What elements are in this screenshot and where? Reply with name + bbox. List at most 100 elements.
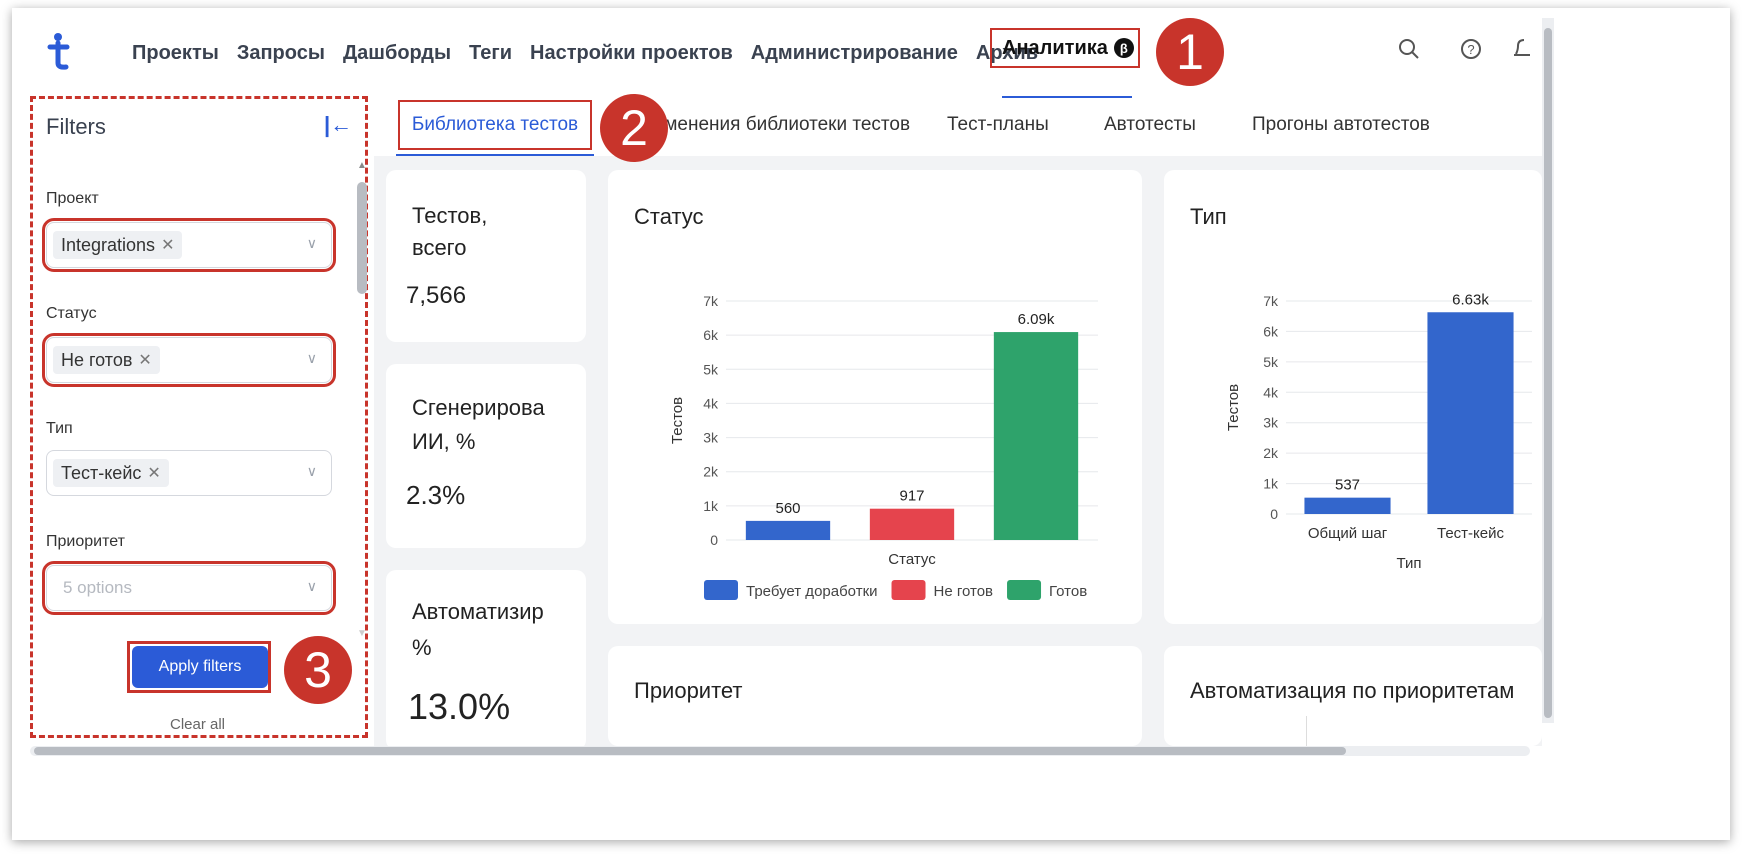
nav-tags[interactable]: Теги <box>469 42 512 65</box>
bell-icon[interactable] <box>1512 36 1530 62</box>
type-chip-label: Тест-кейс <box>61 462 142 483</box>
tab-library-changes-label: Изменения библиотеки тестов <box>642 114 911 135</box>
tab-test-plans[interactable]: Тест-планы <box>947 114 1049 136</box>
callout-marker-1: 1 <box>1156 18 1224 86</box>
y-tick-label: 3k <box>703 430 719 446</box>
app-window: Проекты Запросы Дашборды Теги Настройки … <box>12 8 1730 840</box>
nav-projects[interactable]: Проекты <box>132 42 219 65</box>
bar-value-label: 537 <box>1335 477 1360 494</box>
y-tick-label: 7k <box>1263 293 1279 309</box>
y-tick-label: 0 <box>1270 506 1278 522</box>
project-chip: Integrations ✕ <box>53 231 183 259</box>
type-chart-card: Тип 0 1k 2k 3k 4k 5k 6k 7k 537 Общий шаг 6.63k Тест… <box>1164 170 1542 624</box>
svg-text:?: ? <box>1467 42 1474 57</box>
filters-scrollbar-thumb[interactable] <box>357 182 367 294</box>
bar <box>869 508 955 540</box>
x-axis-label: Статус <box>888 551 936 568</box>
status-label: Статус <box>46 305 97 322</box>
y-tick-label: 5k <box>703 361 719 377</box>
tab-active-underline <box>396 154 594 156</box>
legend-swatch <box>1007 580 1042 600</box>
nav-project-settings[interactable]: Настройки проектов <box>530 42 733 65</box>
kpi-title-line2: % <box>412 635 432 660</box>
y-tick-label: 5k <box>1263 354 1279 370</box>
legend-label: Готов <box>1049 583 1087 600</box>
y-axis-label: Тестов <box>669 397 686 444</box>
chevron-down-icon[interactable]: ∨ <box>307 350 317 367</box>
legend-swatch <box>704 580 738 600</box>
y-tick-label: 3k <box>1263 415 1279 431</box>
kpi-value: 2.3% <box>406 480 466 510</box>
kpi-card-total: Тестов, всего 7,566 <box>386 170 586 342</box>
kpi-title-line1: Автоматизир <box>412 599 544 624</box>
bar-value-label: 6.63k <box>1452 291 1489 308</box>
status-chart-card: Статус 0 1k 2k 3k 4k 5k 6k 7k 560 917 6.09k Статус Т… <box>608 170 1142 624</box>
tab-autotests[interactable]: Автотесты <box>1104 114 1196 136</box>
legend-label: Требует доработки <box>746 583 878 600</box>
nav-dashboards[interactable]: Дашборды <box>343 42 451 65</box>
chevron-down-icon[interactable]: ∨ <box>307 463 317 480</box>
status-chip: Не готов ✕ <box>53 346 160 374</box>
type-select[interactable]: Тест-кейс ✕ ∨ <box>46 450 332 496</box>
automation-chart-card: Автоматизация по приоритетам <box>1164 646 1542 746</box>
kpi-value: 7,566 <box>406 282 467 309</box>
kpi-card-automation: Автоматизир % 13.0% <box>386 570 586 750</box>
y-tick-label: 2k <box>703 464 719 480</box>
content-vertical-scroll-thumb[interactable] <box>1544 28 1552 718</box>
project-select[interactable]: Integrations ✕ ∨ <box>42 218 336 272</box>
nav-analytics-label: Аналитика <box>1002 36 1108 59</box>
clear-all-link[interactable]: Clear all <box>170 716 225 733</box>
priority-select[interactable]: 5 options ∨ <box>42 561 336 615</box>
y-tick-label: 4k <box>703 395 719 411</box>
apply-filters-button[interactable]: Apply filters <box>132 646 268 688</box>
type-chip: Тест-кейс ✕ <box>53 459 169 487</box>
y-tick-label: 0 <box>710 532 718 548</box>
beta-badge: β <box>1113 38 1134 58</box>
tab-autotest-runs[interactable]: Прогоны автотестов <box>1252 114 1430 136</box>
tab-test-library[interactable]: Библиотека тестов <box>398 100 592 150</box>
remove-chip-icon[interactable]: ✕ <box>161 235 174 255</box>
y-tick-label: 7k <box>703 293 719 309</box>
scroll-up-arrow-icon[interactable]: ▲ <box>357 160 367 171</box>
status-chip-label: Не готов <box>61 349 133 370</box>
nav-requests[interactable]: Запросы <box>237 42 325 65</box>
bar <box>1304 497 1391 514</box>
callout-marker-2: 2 <box>600 94 668 162</box>
remove-chip-icon[interactable]: ✕ <box>147 463 160 483</box>
kpi-title-line1: Сгенерирова <box>412 395 545 420</box>
x-axis-label: Тип <box>1396 555 1421 572</box>
chevron-down-icon[interactable]: ∨ <box>307 578 317 595</box>
bar-value-label: 6.09k <box>1018 311 1055 328</box>
help-icon[interactable]: ? <box>1458 36 1484 62</box>
y-tick-label: 1k <box>703 498 719 514</box>
priority-label: Приоритет <box>46 533 125 550</box>
chart-title: Приоритет <box>634 678 743 703</box>
legend-label: Не готов <box>934 583 994 600</box>
top-nav: Проекты Запросы Дашборды Теги Настройки … <box>132 42 1038 65</box>
priority-placeholder: 5 options <box>63 578 132 597</box>
remove-chip-icon[interactable]: ✕ <box>138 350 151 370</box>
x-tick-label: Общий шаг <box>1308 525 1388 542</box>
chart-title: Автоматизация по приоритетам <box>1190 678 1515 703</box>
tab-library-changes[interactable]: Изменения библиотеки тестов <box>642 114 910 136</box>
status-select[interactable]: Не готов ✕ ∨ <box>42 333 336 387</box>
brand-logo-icon[interactable] <box>44 30 74 74</box>
search-icon[interactable] <box>1396 36 1422 62</box>
type-label: Тип <box>46 420 73 437</box>
horizontal-scroll-thumb[interactable] <box>34 747 1346 755</box>
type-bar-chart: 0 1k 2k 3k 4k 5k 6k 7k 537 Общий шаг 6.63k Тест-кей… <box>1225 291 1532 572</box>
nav-analytics[interactable]: Аналитика β <box>990 28 1140 68</box>
y-tick-label: 2k <box>1263 445 1279 461</box>
project-chip-label: Integrations <box>61 234 156 255</box>
project-label: Проект <box>46 190 99 207</box>
collapse-panel-icon[interactable]: |← <box>324 112 352 138</box>
bar <box>1427 312 1514 514</box>
legend-swatch <box>891 580 926 600</box>
bar <box>745 520 831 540</box>
kpi-title-line2: всего <box>412 235 467 260</box>
nav-administration[interactable]: Администрирование <box>751 42 958 65</box>
y-tick-label: 6k <box>703 327 719 343</box>
y-axis-label: Тестов <box>1225 384 1242 431</box>
scroll-down-arrow-icon[interactable]: ▼ <box>357 628 367 639</box>
chevron-down-icon[interactable]: ∨ <box>307 235 317 252</box>
